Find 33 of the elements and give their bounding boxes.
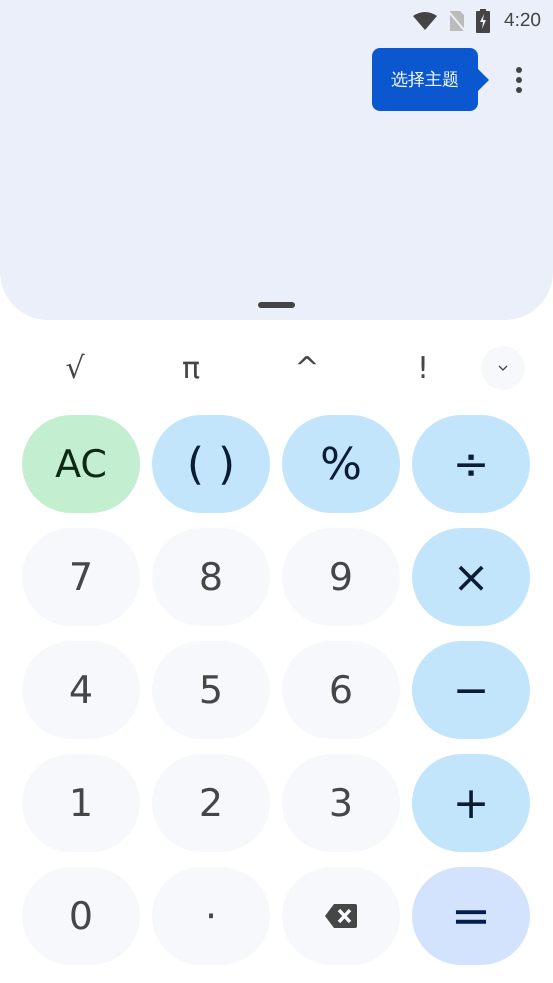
digit-key[interactable]: 8 — [152, 528, 270, 626]
digit-key[interactable]: · — [152, 867, 270, 965]
tooltip: 选择主题 — [372, 48, 478, 111]
tooltip-pointer-icon — [477, 68, 489, 92]
clock-time: 4:20 — [504, 10, 541, 32]
scientific-key[interactable]: π — [161, 350, 221, 386]
scientific-key[interactable]: ! — [393, 350, 453, 386]
drag-handle[interactable] — [258, 302, 295, 308]
digit-key[interactable]: 2 — [152, 754, 270, 852]
chevron-down-icon — [498, 365, 508, 371]
battery-charging-icon — [476, 9, 490, 33]
backspace-icon — [324, 903, 358, 929]
operator-key[interactable]: ( ) — [152, 415, 270, 513]
digit-key[interactable]: 4 — [22, 641, 140, 739]
digit-key[interactable]: 3 — [282, 754, 400, 852]
scientific-key[interactable]: √ — [45, 350, 105, 386]
no-sim-icon — [448, 10, 466, 32]
digit-key[interactable]: 6 — [282, 641, 400, 739]
operator-key[interactable]: − — [412, 641, 530, 739]
operator-key[interactable]: % — [282, 415, 400, 513]
equals-button[interactable]: = — [412, 867, 530, 965]
more-options-icon[interactable] — [515, 66, 523, 94]
wifi-icon — [412, 11, 438, 31]
digit-key[interactable]: 5 — [152, 641, 270, 739]
operator-key[interactable]: × — [412, 528, 530, 626]
operator-key[interactable]: + — [412, 754, 530, 852]
scientific-key[interactable]: ^ — [277, 350, 337, 386]
clear-button[interactable]: AC — [22, 415, 140, 513]
digit-key[interactable]: 9 — [282, 528, 400, 626]
digit-key[interactable]: 7 — [22, 528, 140, 626]
operator-key[interactable]: ÷ — [412, 415, 530, 513]
digit-key[interactable]: 0 — [22, 867, 140, 965]
digit-key[interactable]: 1 — [22, 754, 140, 852]
